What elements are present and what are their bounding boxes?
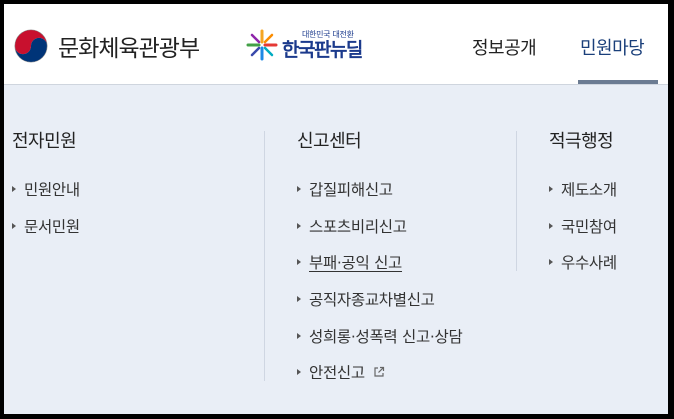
column-title: 적극행정 <box>549 131 614 152</box>
ministry-logo-text: 문화체육관광부 <box>58 36 200 62</box>
menu-item[interactable]: 문서민원 <box>12 208 80 245</box>
menu-item-label: 안전신고 <box>309 364 365 383</box>
nav-info-disclosure[interactable]: 정보공개 <box>472 34 537 60</box>
menu-item-label: 갑질피해신고 <box>309 181 393 200</box>
bullet-icon <box>12 186 16 193</box>
dropdown-menu-panel: 전자민원 민원안내 문서민원 신고센터 갑질피해신고 스포츠비리신고 부패·공익… <box>4 85 668 414</box>
menu-item[interactable]: 민원안내 <box>12 171 80 208</box>
bullet-icon <box>297 186 301 193</box>
column-title: 전자민원 <box>12 131 77 152</box>
taegeuk-icon <box>12 27 50 65</box>
menu-list: 갑질피해신고 스포츠비리신고 부패·공익 신고 공직자종교차별신고 성희롱·성폭… <box>297 171 463 391</box>
new-deal-slogan: 대한민국 대전환 <box>302 29 354 39</box>
new-deal-title: 한국판뉴딜 <box>282 38 363 61</box>
menu-item[interactable]: 제도소개 <box>549 171 617 208</box>
menu-list: 민원안내 문서민원 <box>12 171 80 244</box>
bullet-icon <box>297 259 301 266</box>
nav-civil-petition[interactable]: 민원마당 <box>580 34 645 60</box>
menu-item[interactable]: 성희롱·성폭력 신고·상담 <box>297 317 463 354</box>
new-deal-logo-text: 대한민국 대전환 한국판뉴딜 <box>282 29 363 61</box>
menu-item[interactable]: 공직자종교차별신고 <box>297 281 462 318</box>
menu-item-label: 우수사례 <box>561 254 617 273</box>
menu-item-label: 민원안내 <box>24 181 80 200</box>
menu-item[interactable]: 우수사례 <box>549 244 617 281</box>
page-frame: 문화체육관광부 대한민국 대전환 한국판뉴딜 정보공개 민원마당 전자민원 민원… <box>4 4 668 414</box>
menu-item-label: 공직자종교차별신고 <box>309 291 435 310</box>
active-nav-indicator <box>578 80 658 84</box>
menu-item-label: 성희롱·성폭력 신고·상담 <box>309 327 463 346</box>
column-title: 신고센터 <box>297 131 362 152</box>
menu-item-label: 국민참여 <box>561 217 617 236</box>
menu-item-hovered[interactable]: 부패·공익 신고 <box>297 244 462 281</box>
bullet-icon <box>297 296 301 303</box>
bullet-icon <box>549 186 553 193</box>
bullet-icon <box>12 222 16 229</box>
korean-new-deal-logo[interactable]: 대한민국 대전환 한국판뉴딜 <box>245 24 363 66</box>
new-deal-star-icon <box>246 29 278 61</box>
column-divider <box>264 131 265 381</box>
menu-item[interactable]: 국민참여 <box>549 208 617 245</box>
site-header: 문화체육관광부 대한민국 대전환 한국판뉴딜 정보공개 민원마당 <box>4 4 668 85</box>
bullet-icon <box>297 369 301 376</box>
column-divider <box>516 131 517 271</box>
ministry-logo[interactable]: 문화체육관광부 <box>12 26 200 66</box>
menu-list: 제도소개 국민참여 우수사례 <box>549 171 617 281</box>
bullet-icon <box>297 332 301 339</box>
bullet-icon <box>549 259 553 266</box>
bullet-icon <box>549 222 553 229</box>
external-link-icon <box>374 367 384 377</box>
menu-item-label: 부패·공익 신고 <box>309 254 403 273</box>
menu-item-label: 문서민원 <box>24 217 80 236</box>
menu-item-label: 스포츠비리신고 <box>309 217 407 236</box>
menu-item[interactable]: 안전신고 <box>297 354 462 391</box>
menu-item[interactable]: 갑질피해신고 <box>297 171 462 208</box>
bullet-icon <box>297 222 301 229</box>
menu-item[interactable]: 스포츠비리신고 <box>297 208 462 245</box>
menu-item-label: 제도소개 <box>561 181 617 200</box>
